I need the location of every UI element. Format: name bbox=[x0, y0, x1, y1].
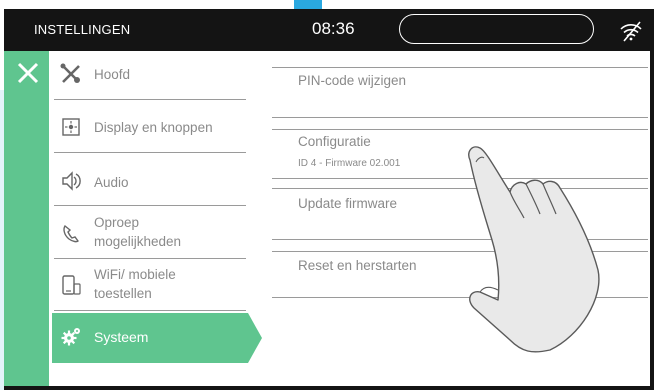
menu-item-systeem[interactable]: Systeem bbox=[52, 313, 262, 363]
menu-label: Display en knoppen bbox=[94, 120, 213, 135]
mobile-device-icon bbox=[62, 275, 81, 295]
active-item-highlight bbox=[52, 313, 262, 363]
menu-label-line1: Oproep bbox=[94, 215, 140, 230]
pointing-hand-icon bbox=[468, 146, 600, 353]
top-bar: INSTELLINGEN 08:36 bbox=[4, 9, 654, 51]
menu-label-line2: mogelijkheden bbox=[94, 234, 182, 249]
divider bbox=[54, 205, 246, 206]
divider bbox=[272, 67, 648, 68]
side-strip bbox=[4, 51, 49, 386]
speaker-icon bbox=[62, 171, 81, 191]
settings-menu: Hoofd Display en knoppen Audio Oproep mo… bbox=[52, 51, 262, 386]
configuratie-option[interactable]: Configuratie bbox=[298, 134, 371, 149]
menu-label-line2: toestellen bbox=[94, 286, 152, 301]
clock: 08:36 bbox=[312, 19, 355, 38]
divider bbox=[54, 99, 246, 100]
wrench-screwdriver-icon bbox=[60, 63, 80, 83]
menu-item-wifi[interactable]: WiFi/ mobiele toestellen bbox=[52, 263, 246, 309]
status-pill[interactable] bbox=[399, 14, 594, 44]
menu-label: Hoofd bbox=[94, 67, 131, 82]
menu-label: Systeem bbox=[94, 329, 149, 345]
divider bbox=[54, 152, 246, 153]
menu-label-line1: WiFi/ mobiele bbox=[94, 267, 176, 282]
divider bbox=[272, 129, 648, 130]
pin-code-option[interactable]: PIN-code wijzigen bbox=[298, 73, 406, 88]
phone-icon bbox=[63, 224, 79, 243]
page-title: INSTELLINGEN bbox=[34, 22, 131, 37]
menu-item-oproep[interactable]: Oproep mogelijkheden bbox=[52, 211, 246, 257]
menu-label: Audio bbox=[94, 175, 129, 190]
display-icon bbox=[62, 118, 80, 136]
divider bbox=[272, 117, 648, 118]
gears-icon bbox=[61, 328, 80, 346]
divider bbox=[54, 258, 246, 259]
update-firmware-option[interactable]: Update firmware bbox=[298, 196, 397, 211]
close-icon[interactable] bbox=[14, 59, 42, 87]
divider bbox=[54, 310, 246, 311]
firmware-version: ID 4 - Firmware 02.001 bbox=[298, 158, 401, 169]
menu-item-display[interactable]: Display en knoppen bbox=[52, 105, 246, 151]
reset-option[interactable]: Reset en herstarten bbox=[298, 258, 417, 273]
menu-item-audio[interactable]: Audio bbox=[52, 159, 246, 205]
menu-item-hoofd[interactable]: Hoofd bbox=[52, 51, 246, 99]
wifi-off-icon[interactable] bbox=[618, 20, 644, 42]
